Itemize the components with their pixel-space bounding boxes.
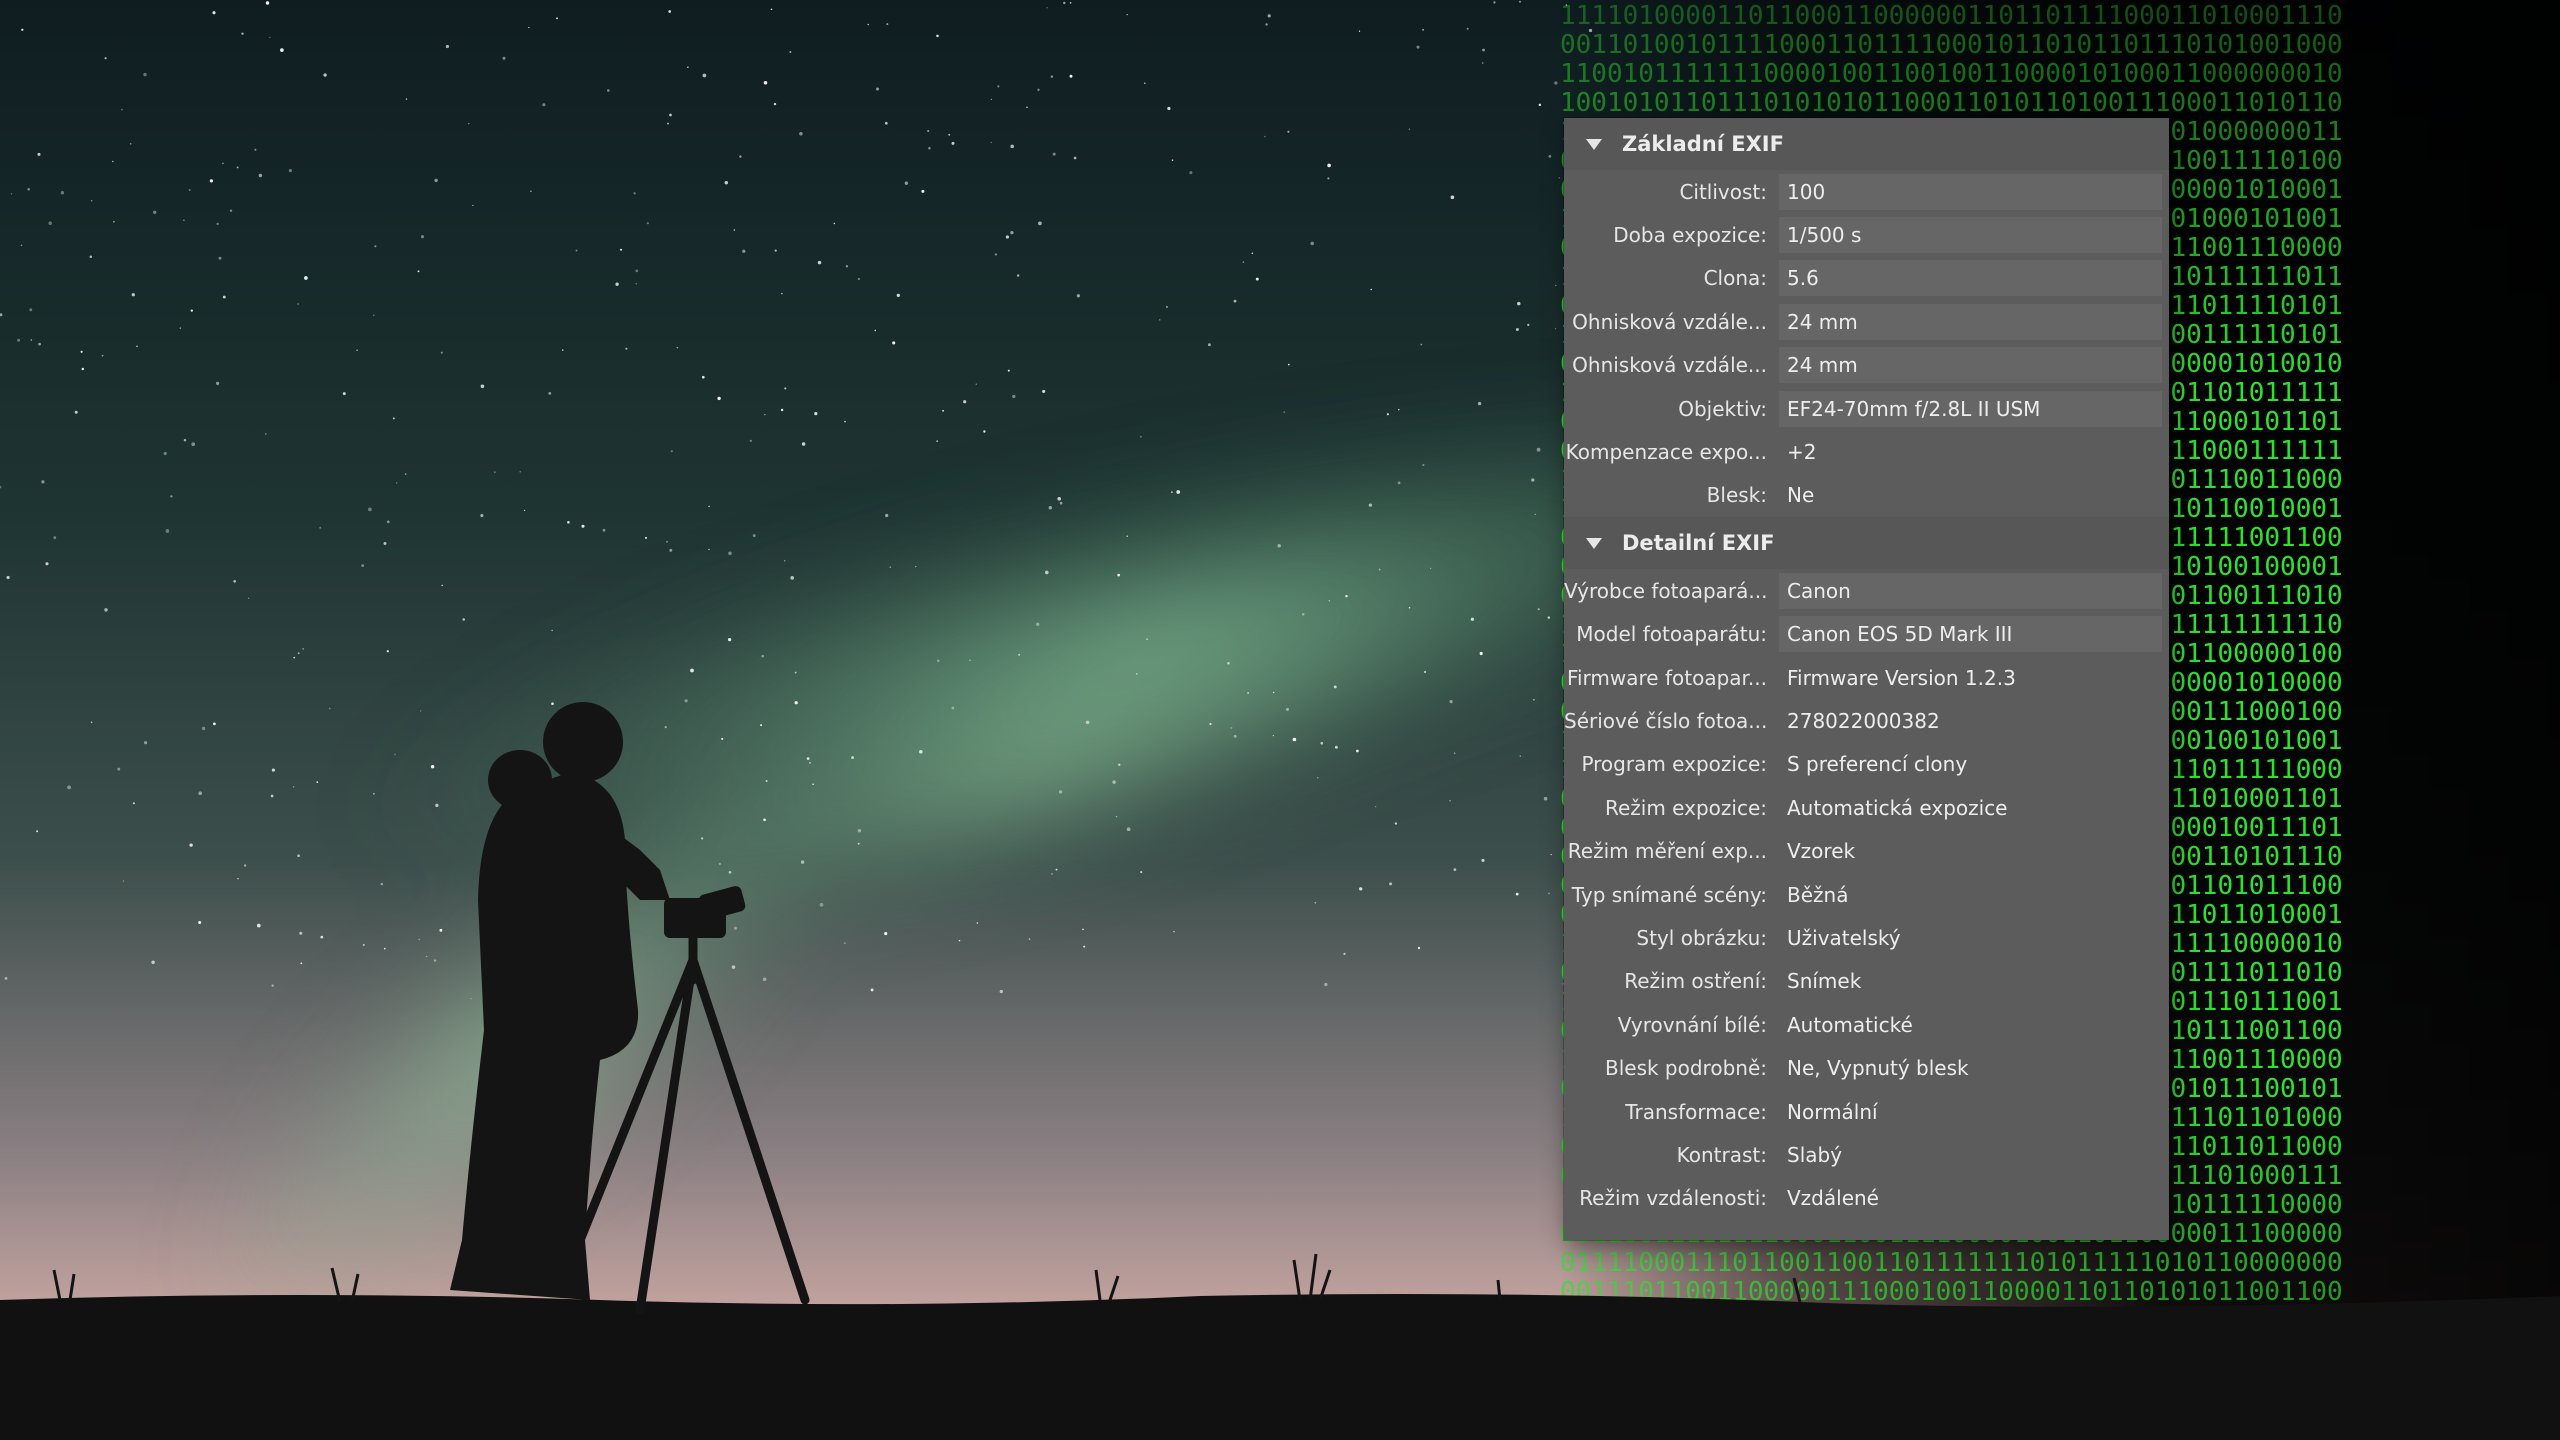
exif-value: Snímek: [1787, 969, 1862, 994]
exif-label: Režim expozice:: [1604, 795, 1767, 820]
exif-label: Blesk:: [1706, 483, 1767, 508]
exif-value: Normální: [1787, 1099, 1878, 1124]
exif-label: Objektiv:: [1678, 396, 1767, 421]
exif-row: Clona: 5.6: [1564, 257, 2169, 300]
exif-row: Kontrast: Slabý: [1564, 1133, 2169, 1176]
exif-row: Program expozice: S preferencí clony: [1564, 743, 2169, 786]
exif-row: Ohnisková vzdále... 24 mm: [1564, 300, 2169, 343]
exif-label: Kontrast:: [1676, 1142, 1767, 1167]
exif-value-field[interactable]: 1/500 s: [1779, 217, 2162, 254]
exif-label: Firmware fotoapar...: [1566, 665, 1767, 690]
exif-label: Typ snímané scény:: [1571, 882, 1767, 907]
exif-value: Slabý: [1787, 1142, 1843, 1167]
exif-label: Program expozice:: [1581, 752, 1767, 777]
exif-value: Automatická expozice: [1787, 795, 2008, 820]
exif-value-field[interactable]: Canon: [1779, 572, 2162, 609]
exif-row: Režim expozice: Automatická expozice: [1564, 786, 2169, 829]
exif-label: Sériové číslo fotoa...: [1564, 708, 1768, 733]
exif-label: Kompenzace expo...: [1565, 440, 1767, 465]
exif-label: Clona:: [1703, 266, 1767, 291]
ground: [0, 1294, 2560, 1440]
exif-label: Výrobce fotoapará...: [1564, 578, 1768, 603]
exif-row: Transformace: Normální: [1564, 1090, 2169, 1133]
exif-row: Blesk podrobně: Ne, Vypnutý blesk: [1564, 1046, 2169, 1089]
background-photo: 1111010000110110001100000011011011110001…: [0, 0, 2560, 1440]
exif-label: Ohnisková vzdále...: [1572, 353, 1767, 378]
exif-row: Doba expozice: 1/500 s: [1564, 213, 2169, 256]
section-header[interactable]: Základní EXIF: [1564, 118, 2169, 170]
section-header[interactable]: Detailní EXIF: [1564, 517, 2169, 570]
exif-row: Ohnisková vzdále... 24 mm: [1564, 344, 2169, 387]
exif-label: Doba expozice:: [1613, 223, 1767, 248]
exif-value: Ne: [1787, 483, 1815, 508]
exif-row: Kompenzace expo... +2: [1564, 430, 2169, 473]
exif-row: Citlivost: 100: [1564, 170, 2169, 213]
exif-label: Transformace:: [1625, 1099, 1767, 1124]
exif-label: Režim ostření:: [1624, 969, 1767, 994]
exif-value-field[interactable]: 5.6: [1779, 260, 2162, 297]
exif-label: Režim měření exp...: [1567, 839, 1767, 864]
exif-row: Režim ostření: Snímek: [1564, 960, 2169, 1003]
svg-text:011110001110110011001101111111: 0111100011101100110011011111110101111101…: [1560, 1248, 2343, 1278]
exif-row: Výrobce fotoapará... Canon: [1564, 569, 2169, 612]
exif-row: Objektiv: EF24-70mm f/2.8L II USM: [1564, 387, 2169, 430]
exif-value: Vzdálené: [1787, 1186, 1879, 1211]
exif-row: Firmware fotoapar... Firmware Version 1.2…: [1564, 656, 2169, 699]
exif-label: Vyrovnání bílé:: [1617, 1012, 1767, 1037]
exif-value: +2: [1787, 440, 1817, 465]
exif-value-field[interactable]: 24 mm: [1779, 347, 2162, 384]
exif-row: Režim vzdálenosti: Vzdálené: [1564, 1177, 2169, 1220]
exif-row: Vyrovnání bílé: Automatické: [1564, 1003, 2169, 1046]
exif-value-field[interactable]: 100: [1779, 173, 2162, 210]
exif-label: Ohnisková vzdále...: [1572, 309, 1767, 334]
triangle-down-icon[interactable]: [1586, 138, 1602, 150]
exif-row: Blesk: Ne: [1564, 474, 2169, 517]
exif-value: S preferencí clony: [1787, 752, 1968, 777]
section-title: Základní EXIF: [1622, 132, 1784, 156]
exif-value-field[interactable]: Canon EOS 5D Mark III: [1779, 616, 2162, 653]
exif-value-field[interactable]: 24 mm: [1779, 303, 2162, 340]
exif-label: Režim vzdálenosti:: [1579, 1186, 1767, 1211]
exif-row: Typ snímané scény: Běžná: [1564, 873, 2169, 916]
section-title: Detailní EXIF: [1622, 531, 1775, 556]
exif-row: Styl obrázku: Uživatelský: [1564, 916, 2169, 959]
exif-row: Model fotoaparátu: Canon EOS 5D Mark III: [1564, 613, 2169, 656]
exif-value: Ne, Vypnutý blesk: [1787, 1056, 1969, 1081]
exif-row: Sériové číslo fotoa... 278022000382: [1564, 699, 2169, 742]
exif-panel: Základní EXIF Citlivost: 100 Doba expozice:…: [1564, 118, 2169, 1240]
exif-value: Vzorek: [1787, 839, 1856, 864]
triangle-down-icon[interactable]: [1586, 537, 1602, 549]
exif-value: Uživatelský: [1787, 925, 1901, 950]
exif-value: Běžná: [1787, 882, 1849, 907]
svg-text:100101011011101010101100011010: 1001010110111010101011000110101101001110…: [1560, 88, 2343, 118]
exif-label: Styl obrázku:: [1636, 925, 1767, 950]
svg-text:001101001011110001101111000101: 0011010010111100011011110001011010110111…: [1560, 30, 2343, 60]
svg-text:111101000011011000110000001101: 1111010000110110001100000011011011110001…: [1560, 1, 2343, 31]
exif-label: Citlivost:: [1679, 179, 1767, 204]
exif-row: Režim měření exp... Vzorek: [1564, 829, 2169, 872]
exif-value: Automatické: [1787, 1012, 1913, 1037]
exif-value-field[interactable]: EF24-70mm f/2.8L II USM: [1779, 390, 2162, 427]
exif-label: Model fotoaparátu:: [1576, 622, 1767, 647]
exif-value: Firmware Version 1.2.3: [1787, 665, 2016, 690]
exif-label: Blesk podrobně:: [1604, 1056, 1767, 1081]
svg-text:110010111111100001001100100110: 1100101111111000010011001001100001010001…: [1560, 59, 2343, 89]
exif-value: 278022000382: [1787, 708, 1940, 733]
